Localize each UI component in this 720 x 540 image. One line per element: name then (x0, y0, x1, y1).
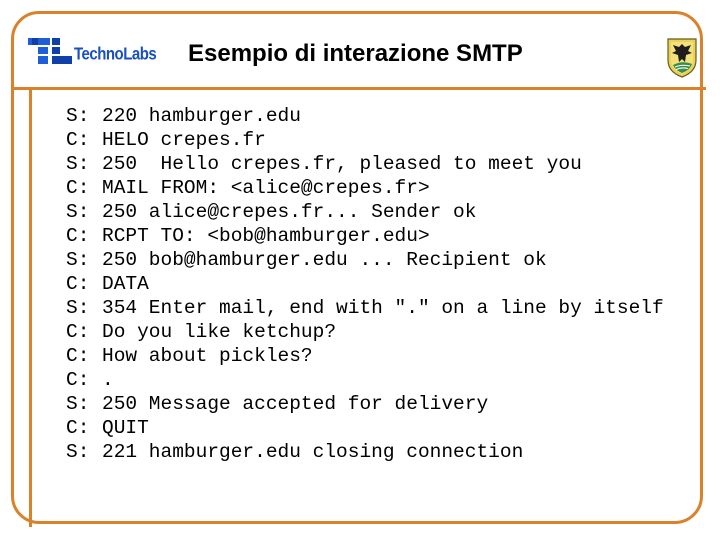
speaker-label: S: (66, 105, 90, 127)
dialogue-text: 250 Hello crepes.fr, pleased to meet you (102, 153, 582, 175)
dialogue-line: S: 354 Enter mail, end with "." on a line… (66, 296, 664, 320)
speaker-label: C: (66, 321, 90, 343)
dialogue-text: MAIL FROM: <alice@crepes.fr> (102, 177, 430, 199)
dialogue-line: C: HELO crepes.fr (66, 128, 664, 152)
dialogue-line: C:. (66, 368, 664, 392)
dialogue-text: 250 alice@crepes.fr... Sender ok (102, 201, 477, 223)
speaker-label: S: (66, 297, 90, 319)
smtp-dialogue: S: 220 hamburger.edu C: HELO crepes.fr S: 2… (66, 104, 664, 464)
slide-title: Esempio di interazione SMTP (188, 40, 523, 67)
dialogue-line: C: How about pickles? (66, 344, 664, 368)
dialogue-text: QUIT (102, 417, 149, 439)
left-margin-rule (29, 87, 32, 527)
dialogue-line: C: Do you like ketchup? (66, 320, 664, 344)
speaker-label: C: (66, 225, 90, 247)
dialogue-line: C: MAIL FROM: <alice@crepes.fr> (66, 176, 664, 200)
speaker-label: S: (66, 441, 90, 463)
technolabs-logo-text: TechnoLabs (74, 44, 157, 64)
dialogue-line: S: 250 Message accepted for delivery (66, 392, 664, 416)
dialogue-text: . (102, 369, 114, 391)
dialogue-line: S: 221 hamburger.edu closing connection (66, 440, 664, 464)
dialogue-text: 220 hamburger.edu (102, 105, 301, 127)
dialogue-line: S: 220 hamburger.edu (66, 104, 664, 128)
dialogue-line: S: 250 Hello crepes.fr, pleased to meet y… (66, 152, 664, 176)
dialogue-text: 221 hamburger.edu closing connection (102, 441, 524, 463)
dialogue-text: 250 bob@hamburger.edu ... Recipient ok (102, 249, 547, 271)
speaker-label: C: (66, 369, 90, 391)
dialogue-text: DATA (102, 273, 149, 295)
technolabs-logo-icon (28, 38, 72, 64)
speaker-label: C: (66, 417, 90, 439)
speaker-label: C: (66, 345, 90, 367)
speaker-label: C: (66, 177, 90, 199)
dialogue-text: HELO crepes.fr (102, 129, 266, 151)
dialogue-line: S: 250 bob@hamburger.edu ... Recipient ok (66, 248, 664, 272)
speaker-label: C: (66, 129, 90, 151)
dialogue-text: How about pickles? (102, 345, 313, 367)
dialogue-line: S: 250 alice@crepes.fr... Sender ok (66, 200, 664, 224)
speaker-label: C: (66, 273, 90, 295)
dialogue-line: C: QUIT (66, 416, 664, 440)
dialogue-line: C: DATA (66, 272, 664, 296)
dialogue-text: Do you like ketchup? (102, 321, 337, 343)
speaker-label: S: (66, 249, 90, 271)
speaker-label: S: (66, 393, 90, 415)
speaker-label: S: (66, 153, 90, 175)
coat-of-arms-icon (667, 38, 697, 78)
technolabs-logo: TechnoLabs (28, 38, 157, 64)
dialogue-text: RCPT TO: <bob@hamburger.edu> (102, 225, 430, 247)
speaker-label: S: (66, 201, 90, 223)
header-divider (12, 87, 706, 90)
dialogue-text: 250 Message accepted for delivery (102, 393, 489, 415)
dialogue-line: C: RCPT TO: <bob@hamburger.edu> (66, 224, 664, 248)
dialogue-text: 354 Enter mail, end with "." on a line b… (102, 297, 664, 319)
